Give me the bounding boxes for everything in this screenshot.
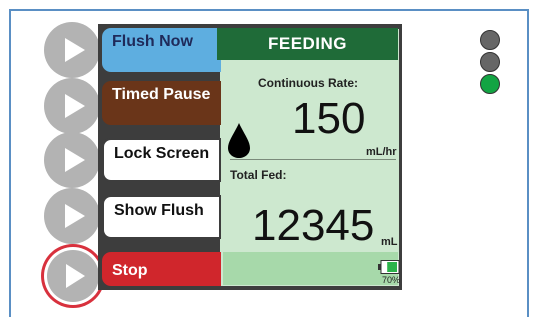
side-button-timed-pause[interactable] [44,78,100,134]
status-title: FEEDING [217,28,398,60]
flush-now-button[interactable]: Flush Now [102,28,221,72]
continuous-rate-value: 150 [292,94,366,143]
drop-icon [228,123,250,158]
battery-fill [387,262,397,272]
status-strip [223,252,398,285]
play-icon [65,148,85,172]
indicator-light [480,74,500,94]
side-button-stop[interactable] [47,250,99,302]
play-icon [65,94,85,118]
total-fed-value: 12345 [252,201,375,250]
battery-icon [378,260,400,274]
continuous-rate-label: Continuous Rate: [258,76,358,90]
side-button-lock-screen[interactable] [44,132,100,188]
rate-unit: mL/hr [366,146,397,158]
divider [230,159,396,160]
play-icon [65,38,85,62]
indicator-light [480,30,500,50]
total-fed-label: Total Fed: [230,168,287,182]
total-fed-unit: mL [381,236,398,248]
lock-screen-button[interactable]: Lock Screen [102,138,221,182]
indicator-lights [480,30,500,96]
timed-pause-button[interactable]: Timed Pause [102,81,221,125]
indicator-light [480,52,500,72]
side-button-flush-now[interactable] [44,22,100,78]
play-icon [65,204,85,228]
side-button-show-flush[interactable] [44,188,100,244]
play-icon [66,264,85,288]
stop-button[interactable]: Stop [102,252,221,286]
pump-display: Flush Now Timed Pause Lock Screen Show F… [98,24,402,290]
show-flush-button[interactable]: Show Flush [102,195,221,239]
battery-percent: 70% [382,275,401,285]
